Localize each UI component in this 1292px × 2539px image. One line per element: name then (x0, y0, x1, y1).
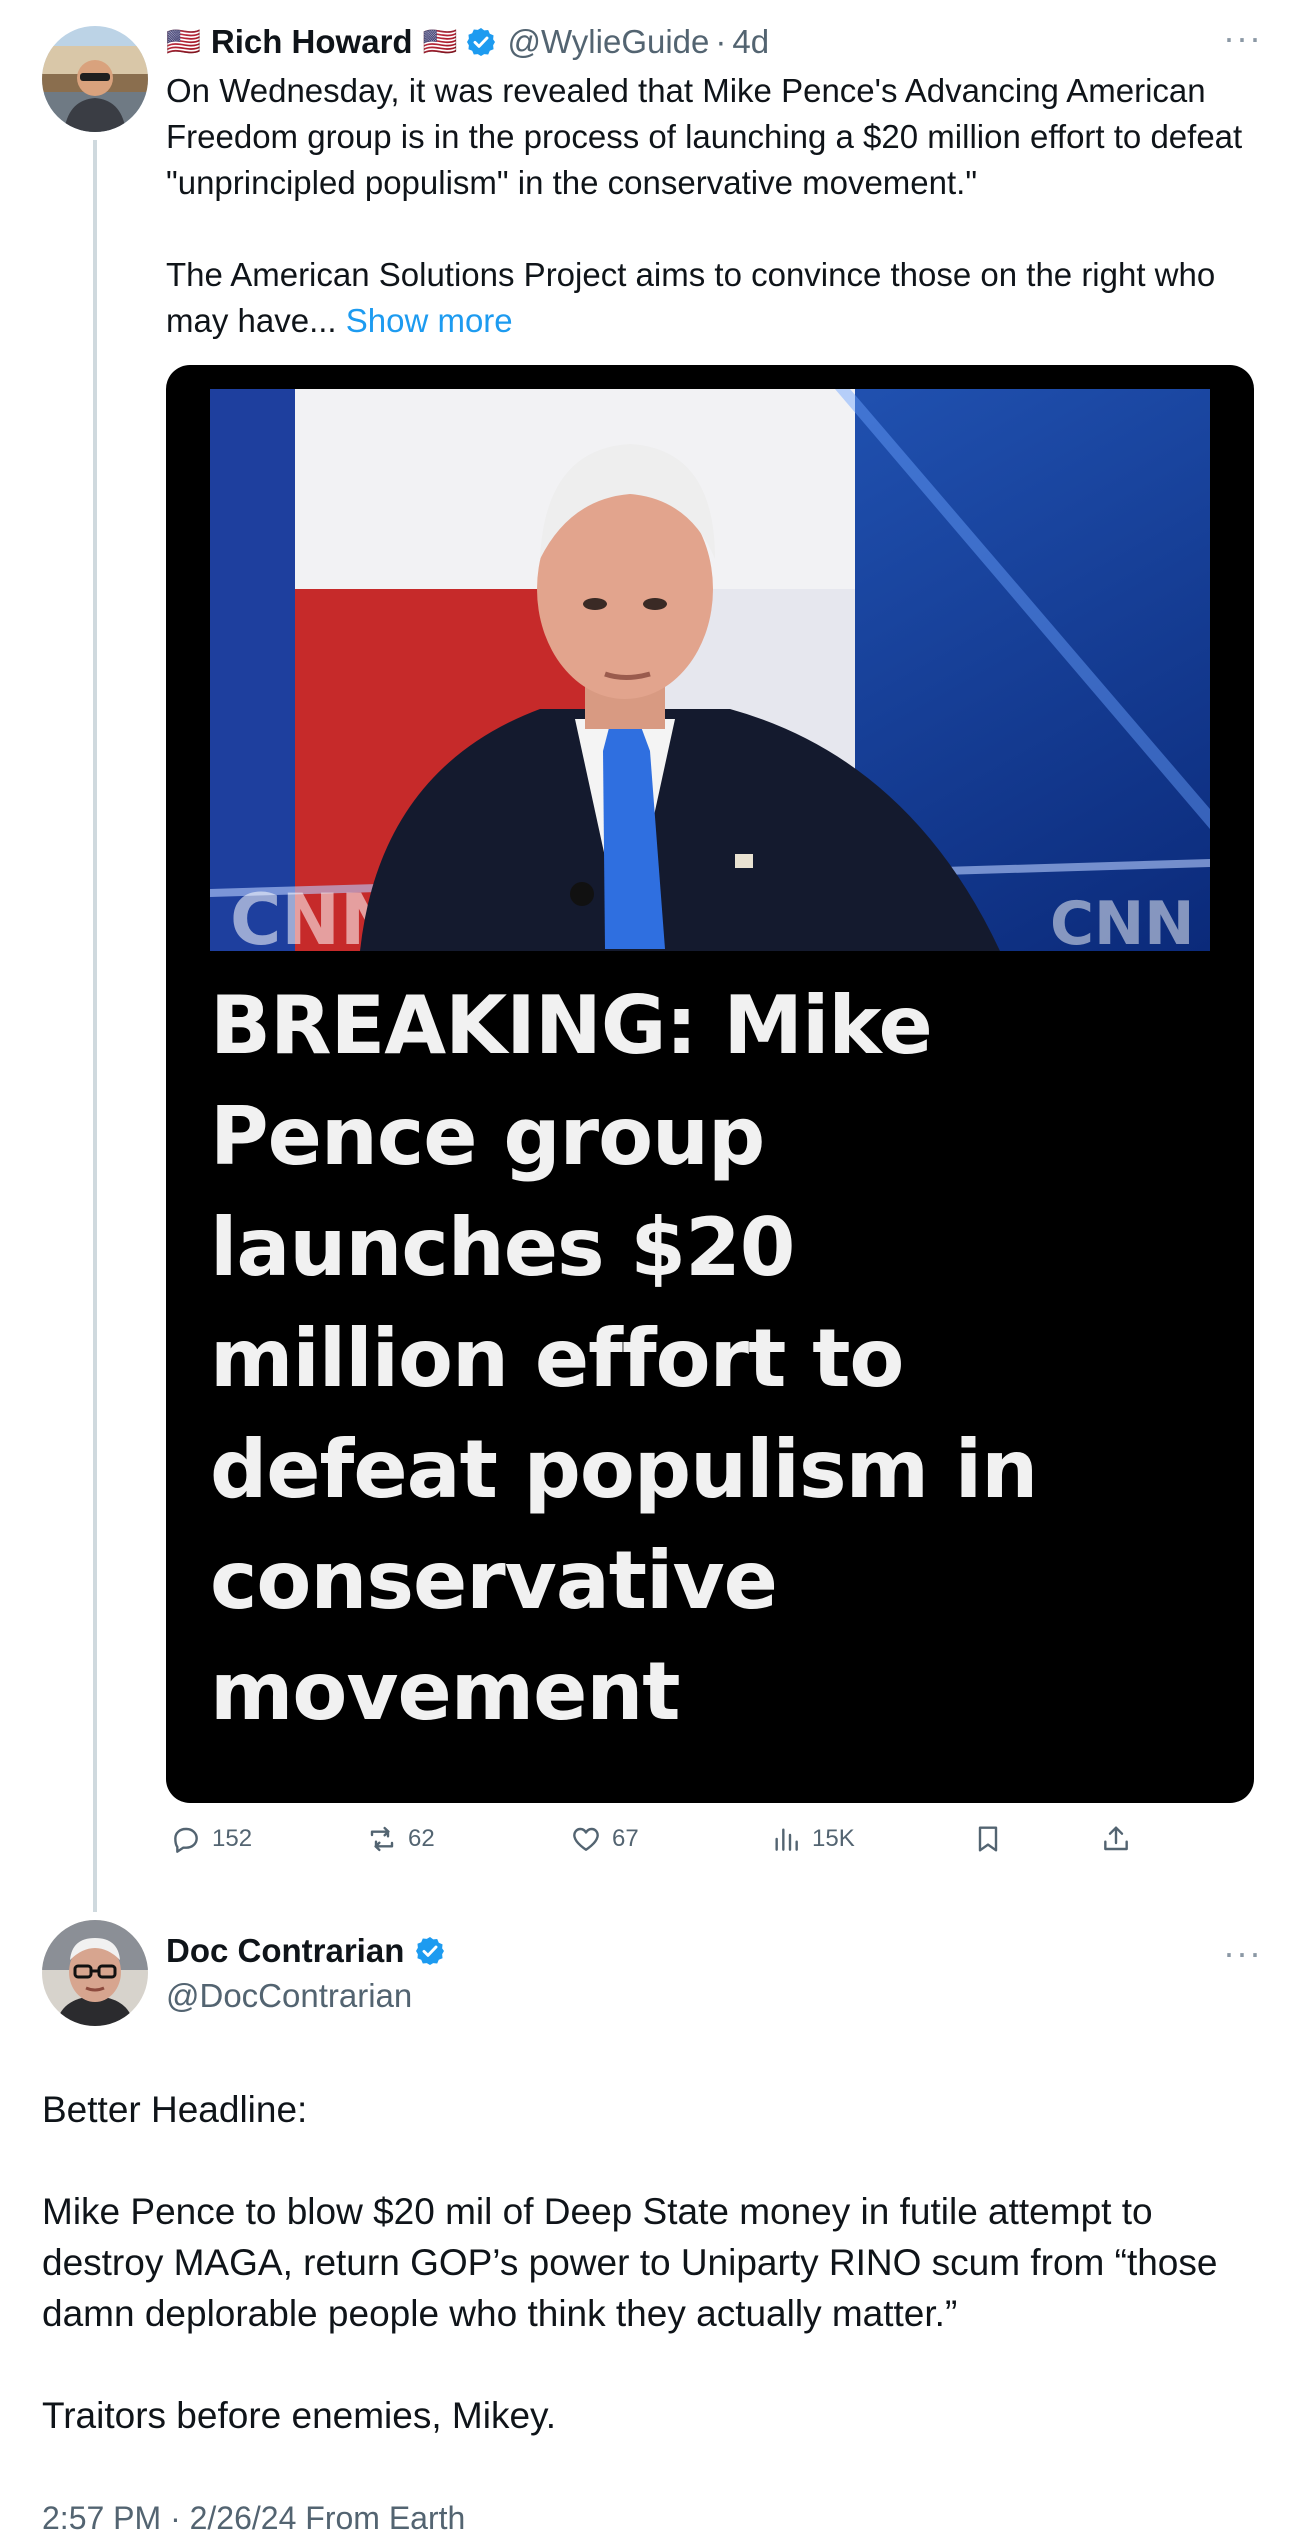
time-separator: · (715, 23, 727, 60)
verified-badge-icon (467, 28, 496, 56)
reply-count: 152 (212, 1825, 253, 1852)
us-flag-emoji: 🇺🇸 (166, 26, 201, 57)
share-icon (1104, 1826, 1128, 1851)
bookmark-button[interactable] (972, 1815, 1014, 1863)
repost-count: 62 (408, 1825, 435, 1852)
media-headline-text: BREAKING: Mike Pence group launches $20 … (210, 979, 1038, 1738)
avatar-doc-contrarian[interactable] (42, 1920, 148, 2026)
repost-button[interactable]: 62 (366, 1815, 435, 1863)
views-button[interactable]: 15K (770, 1815, 855, 1863)
us-flag-emoji: 🇺🇸 (422, 26, 458, 57)
tweet-paragraph: Traitors before enemies, Mikey. (42, 2395, 557, 2436)
author-name-row: Doc Contrarian (166, 1929, 456, 1973)
tweet-time[interactable]: 4d (732, 23, 769, 61)
author-handle[interactable]: @DocContrarian (166, 1974, 412, 2018)
more-options-icon[interactable]: ··· (1223, 20, 1262, 56)
share-button[interactable] (1100, 1815, 1142, 1863)
tweet-text: On Wednesday, it was revealed that Mike … (166, 68, 1256, 344)
tweet-paragraph: On Wednesday, it was revealed that Mike … (166, 72, 1243, 201)
tweet-timestamp-source: 2:57 PM · 2/26/24 From Earth (42, 2500, 466, 2536)
heart-icon (573, 1827, 599, 1851)
avatar-image (42, 26, 148, 132)
show-more-link[interactable]: Show more (346, 302, 513, 339)
media-photo: CNN CNN (210, 389, 1210, 951)
author-display-name[interactable]: Doc Contrarian (166, 1932, 404, 1970)
author-display-name[interactable]: Rich Howard (211, 23, 413, 61)
tweet-media[interactable]: CNN CNN BREAKING: Mike Pence group launc… (166, 365, 1254, 1803)
reply-button[interactable]: 152 (170, 1815, 252, 1863)
verified-badge-icon (416, 1937, 445, 1965)
reply-icon (174, 1827, 198, 1853)
repost-icon (370, 1826, 394, 1852)
avatar-image (42, 1920, 148, 2026)
tweet-paragraph: Mike Pence to blow $20 mil of Deep State… (42, 2191, 1218, 2334)
author-handle[interactable]: @WylieGuide (507, 23, 709, 61)
tweet-paragraph: The American Solutions Project aims to c… (166, 252, 1256, 344)
more-options-icon[interactable]: ··· (1223, 1935, 1262, 1971)
like-button[interactable]: 67 (570, 1815, 639, 1863)
tweet-header: 🇺🇸 Rich Howard 🇺🇸 @WylieGuide · 4d (166, 18, 769, 66)
tweet-text: Better Headline: Mike Pence to blow $20 … (42, 2084, 1262, 2441)
photo-image: CNN CNN (210, 389, 1210, 951)
svg-text:CNN: CNN (1050, 889, 1194, 951)
tweet-paragraph: Better Headline: (42, 2089, 308, 2130)
views-count: 15K (812, 1825, 855, 1852)
bookmark-icon (978, 1826, 998, 1852)
tweet-paragraph-text: The American Solutions Project aims to c… (166, 256, 1216, 339)
tweet-action-bar: 152 62 67 15K (166, 1815, 1256, 1863)
like-count: 67 (612, 1825, 639, 1852)
thread-connector-line (93, 140, 97, 1912)
avatar-rich-howard[interactable] (42, 26, 148, 132)
views-icon (775, 1828, 798, 1851)
